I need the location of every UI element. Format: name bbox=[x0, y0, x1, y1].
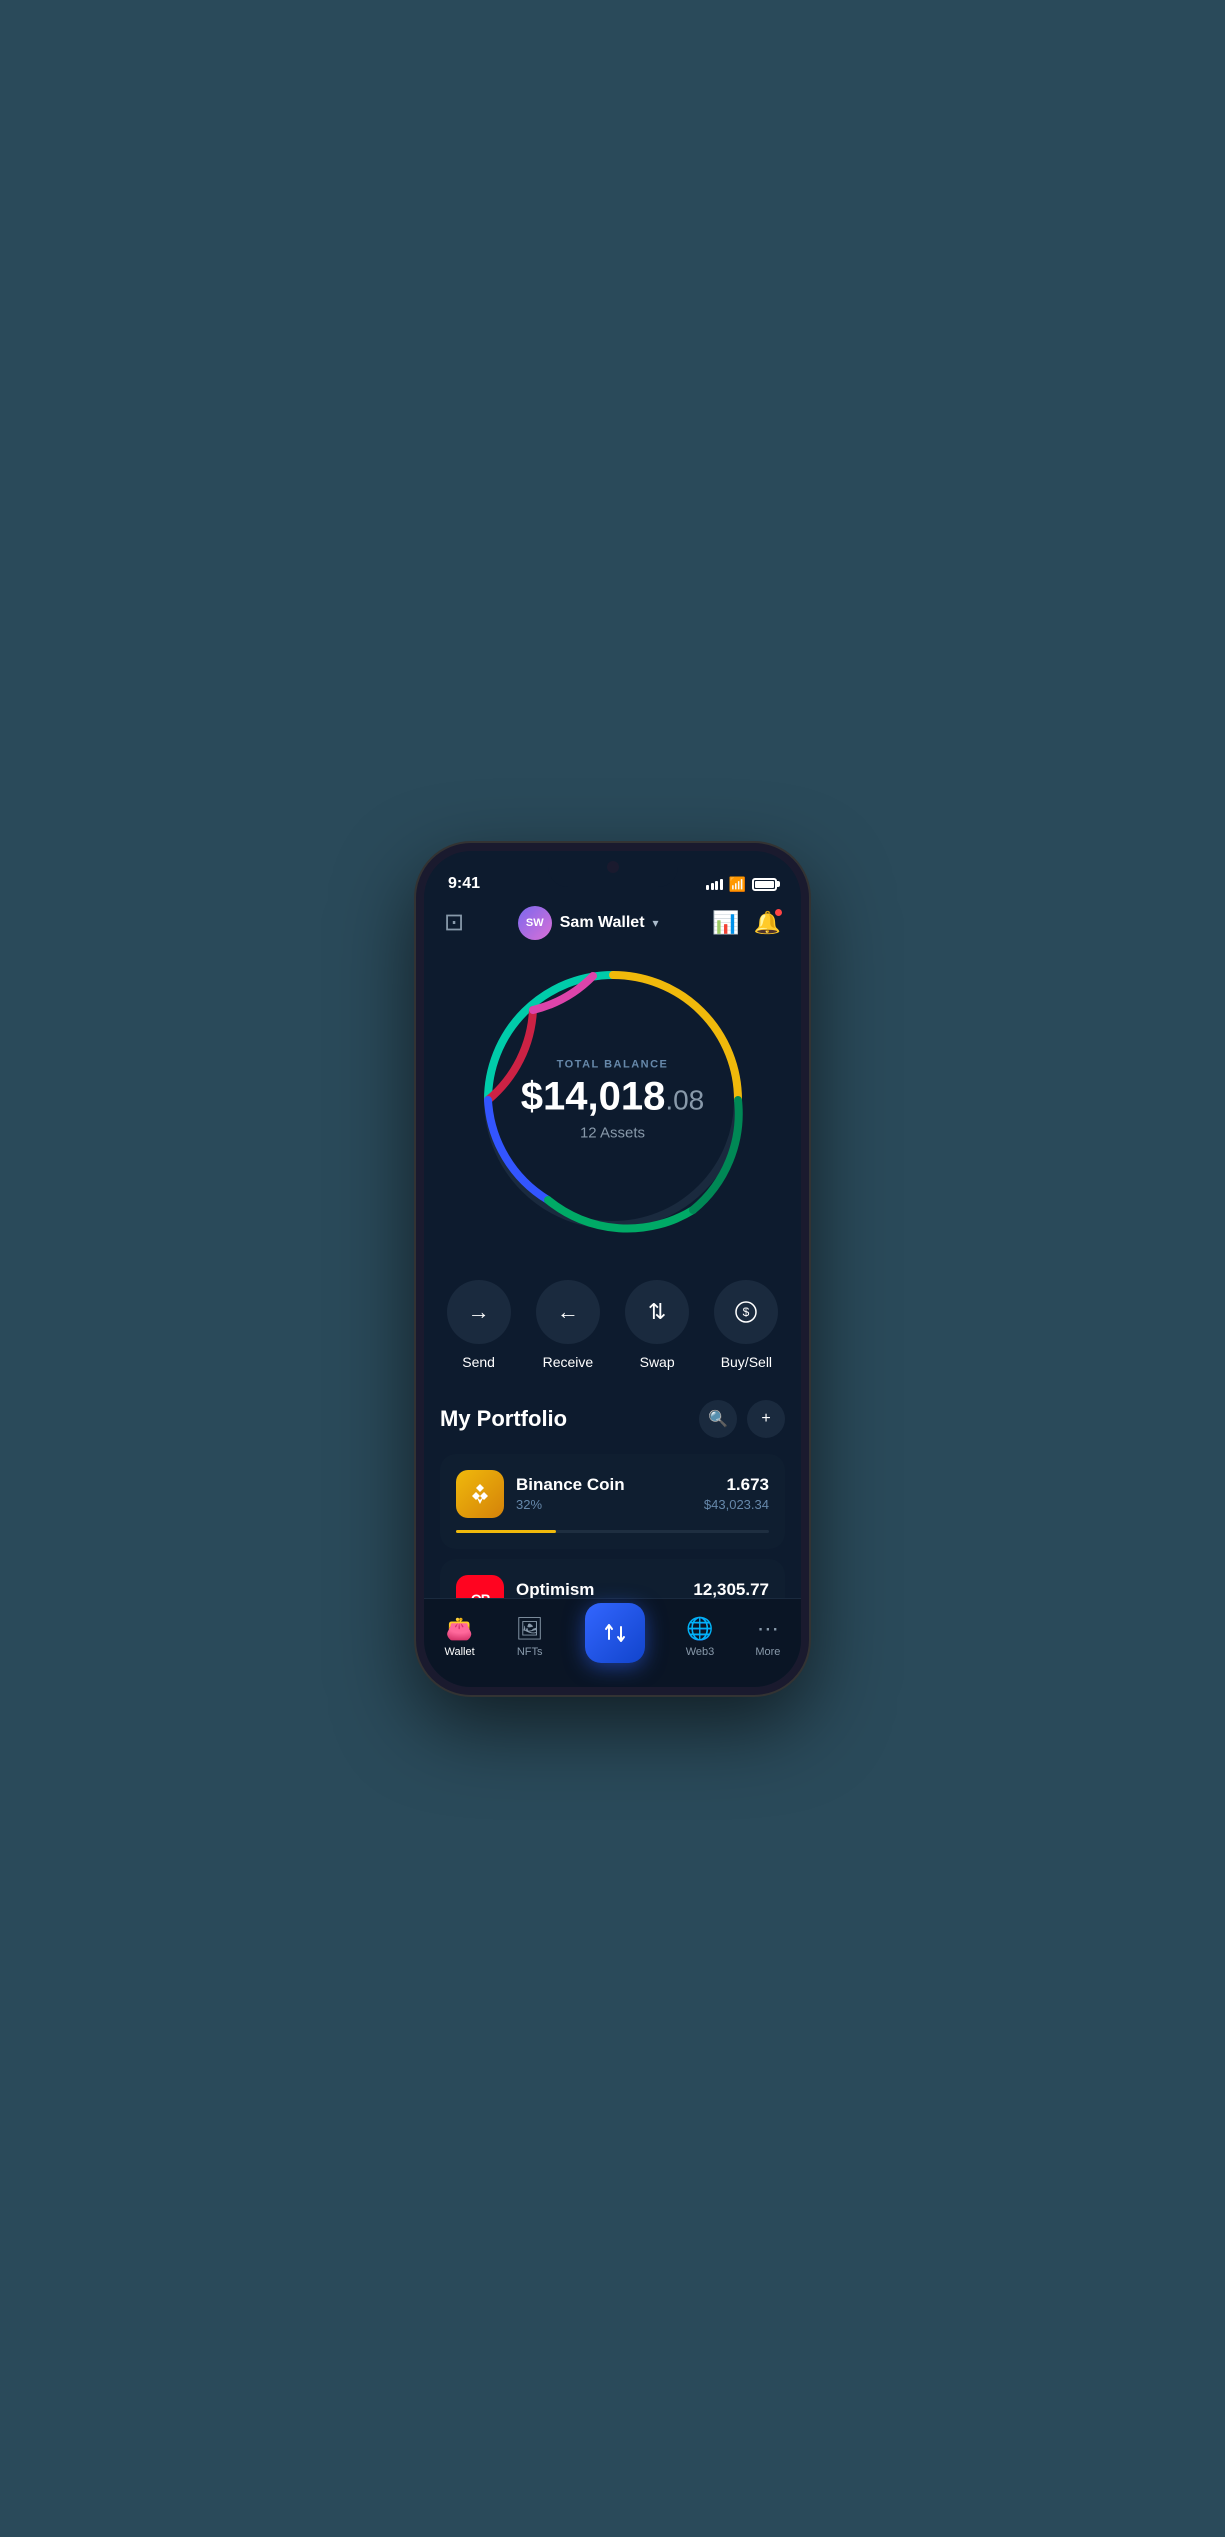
phone-frame: 9:41 📶 ⊡ SW Sam Wallet ▾ bbox=[416, 843, 809, 1695]
search-button[interactable]: 🔍 bbox=[699, 1400, 737, 1438]
bnb-pct: 32% bbox=[516, 1497, 692, 1512]
more-nav-label: More bbox=[755, 1646, 780, 1658]
balance-label: TOTAL BALANCE bbox=[521, 1058, 705, 1070]
bottom-nav: 👛 Wallet 🖼 NFTs 🌐 Web3 ⋯ More bbox=[424, 1598, 801, 1687]
signal-icon bbox=[706, 879, 723, 890]
chevron-down-icon: ▾ bbox=[653, 916, 659, 930]
bnb-asset-card[interactable]: Binance Coin 32% 1.673 $43,023.34 bbox=[440, 1454, 785, 1549]
camera-notch bbox=[607, 861, 619, 873]
send-button[interactable]: → bbox=[447, 1280, 511, 1344]
bnb-name: Binance Coin bbox=[516, 1475, 692, 1495]
add-button[interactable]: + bbox=[747, 1400, 785, 1438]
bnb-asset-row: Binance Coin 32% 1.673 $43,023.34 bbox=[456, 1470, 769, 1518]
bnb-icon bbox=[456, 1470, 504, 1518]
bnb-values: 1.673 $43,023.34 bbox=[704, 1475, 769, 1512]
send-label: Send bbox=[462, 1354, 495, 1370]
balance-section: TOTAL BALANCE $14,018.08 12 Assets bbox=[424, 950, 801, 1260]
buysell-icon: $ bbox=[734, 1300, 758, 1324]
balance-ring: TOTAL BALANCE $14,018.08 12 Assets bbox=[473, 960, 753, 1240]
status-time: 9:41 bbox=[448, 875, 706, 893]
web3-nav-icon: 🌐 bbox=[686, 1616, 713, 1642]
portfolio-header: My Portfolio 🔍 + bbox=[440, 1400, 785, 1438]
wallet-nav-label: Wallet bbox=[445, 1646, 475, 1658]
chart-icon[interactable]: 📊 bbox=[712, 910, 739, 936]
balance-amount: $14,018.08 bbox=[521, 1076, 705, 1116]
buysell-action[interactable]: $ Buy/Sell bbox=[714, 1280, 778, 1370]
swap-label: Swap bbox=[640, 1354, 675, 1370]
web3-nav-label: Web3 bbox=[686, 1646, 715, 1658]
bnb-progress-bar bbox=[456, 1530, 769, 1533]
wallet-selector[interactable]: SW Sam Wallet ▾ bbox=[518, 906, 659, 940]
notification-dot bbox=[774, 908, 783, 917]
svg-text:$: $ bbox=[743, 1305, 750, 1319]
nav-nfts[interactable]: 🖼 NFTs bbox=[516, 1616, 544, 1658]
wifi-icon: 📶 bbox=[729, 876, 746, 893]
nav-wallet[interactable]: 👛 Wallet bbox=[445, 1616, 475, 1658]
buysell-button[interactable]: $ bbox=[714, 1280, 778, 1344]
avatar: SW bbox=[518, 906, 552, 940]
more-nav-icon: ⋯ bbox=[757, 1616, 779, 1642]
balance-assets: 12 Assets bbox=[521, 1124, 705, 1141]
scan-icon[interactable]: ⊡ bbox=[444, 908, 464, 937]
center-swap-icon bbox=[601, 1619, 629, 1647]
swap-button[interactable]: ⇅ bbox=[625, 1280, 689, 1344]
bnb-amount: 1.673 bbox=[704, 1475, 769, 1495]
nfts-nav-icon: 🖼 bbox=[516, 1616, 544, 1642]
receive-label: Receive bbox=[543, 1354, 594, 1370]
receive-action[interactable]: ← Receive bbox=[536, 1280, 600, 1370]
status-icons: 📶 bbox=[706, 876, 777, 893]
swap-action[interactable]: ⇅ Swap bbox=[625, 1280, 689, 1370]
nav-web3[interactable]: 🌐 Web3 bbox=[686, 1616, 715, 1658]
bnb-logo bbox=[466, 1480, 494, 1508]
screen-content: 9:41 📶 ⊡ SW Sam Wallet ▾ bbox=[424, 851, 801, 1687]
bnb-progress-fill bbox=[456, 1530, 556, 1533]
buysell-label: Buy/Sell bbox=[721, 1354, 772, 1370]
balance-cents: .08 bbox=[665, 1084, 704, 1115]
status-bar: 9:41 📶 bbox=[424, 851, 801, 901]
bnb-usd: $43,023.34 bbox=[704, 1497, 769, 1512]
nfts-nav-label: NFTs bbox=[517, 1646, 543, 1658]
bnb-info: Binance Coin 32% bbox=[516, 1475, 692, 1512]
bell-wrapper[interactable]: 🔔 bbox=[754, 910, 781, 936]
actions-row: → Send ← Receive ⇅ Swap $ Buy/Sell bbox=[424, 1260, 801, 1380]
receive-button[interactable]: ← bbox=[536, 1280, 600, 1344]
wallet-name: Sam Wallet bbox=[560, 914, 645, 932]
nav-more[interactable]: ⋯ More bbox=[755, 1616, 780, 1658]
portfolio-title: My Portfolio bbox=[440, 1406, 567, 1432]
wallet-nav-icon: 👛 bbox=[446, 1616, 473, 1642]
portfolio-actions: 🔍 + bbox=[699, 1400, 785, 1438]
send-action[interactable]: → Send bbox=[447, 1280, 511, 1370]
balance-center: TOTAL BALANCE $14,018.08 12 Assets bbox=[521, 1058, 705, 1141]
center-swap-button[interactable] bbox=[585, 1603, 645, 1663]
header-right: 📊 🔔 bbox=[712, 910, 781, 936]
battery-icon bbox=[752, 878, 777, 891]
